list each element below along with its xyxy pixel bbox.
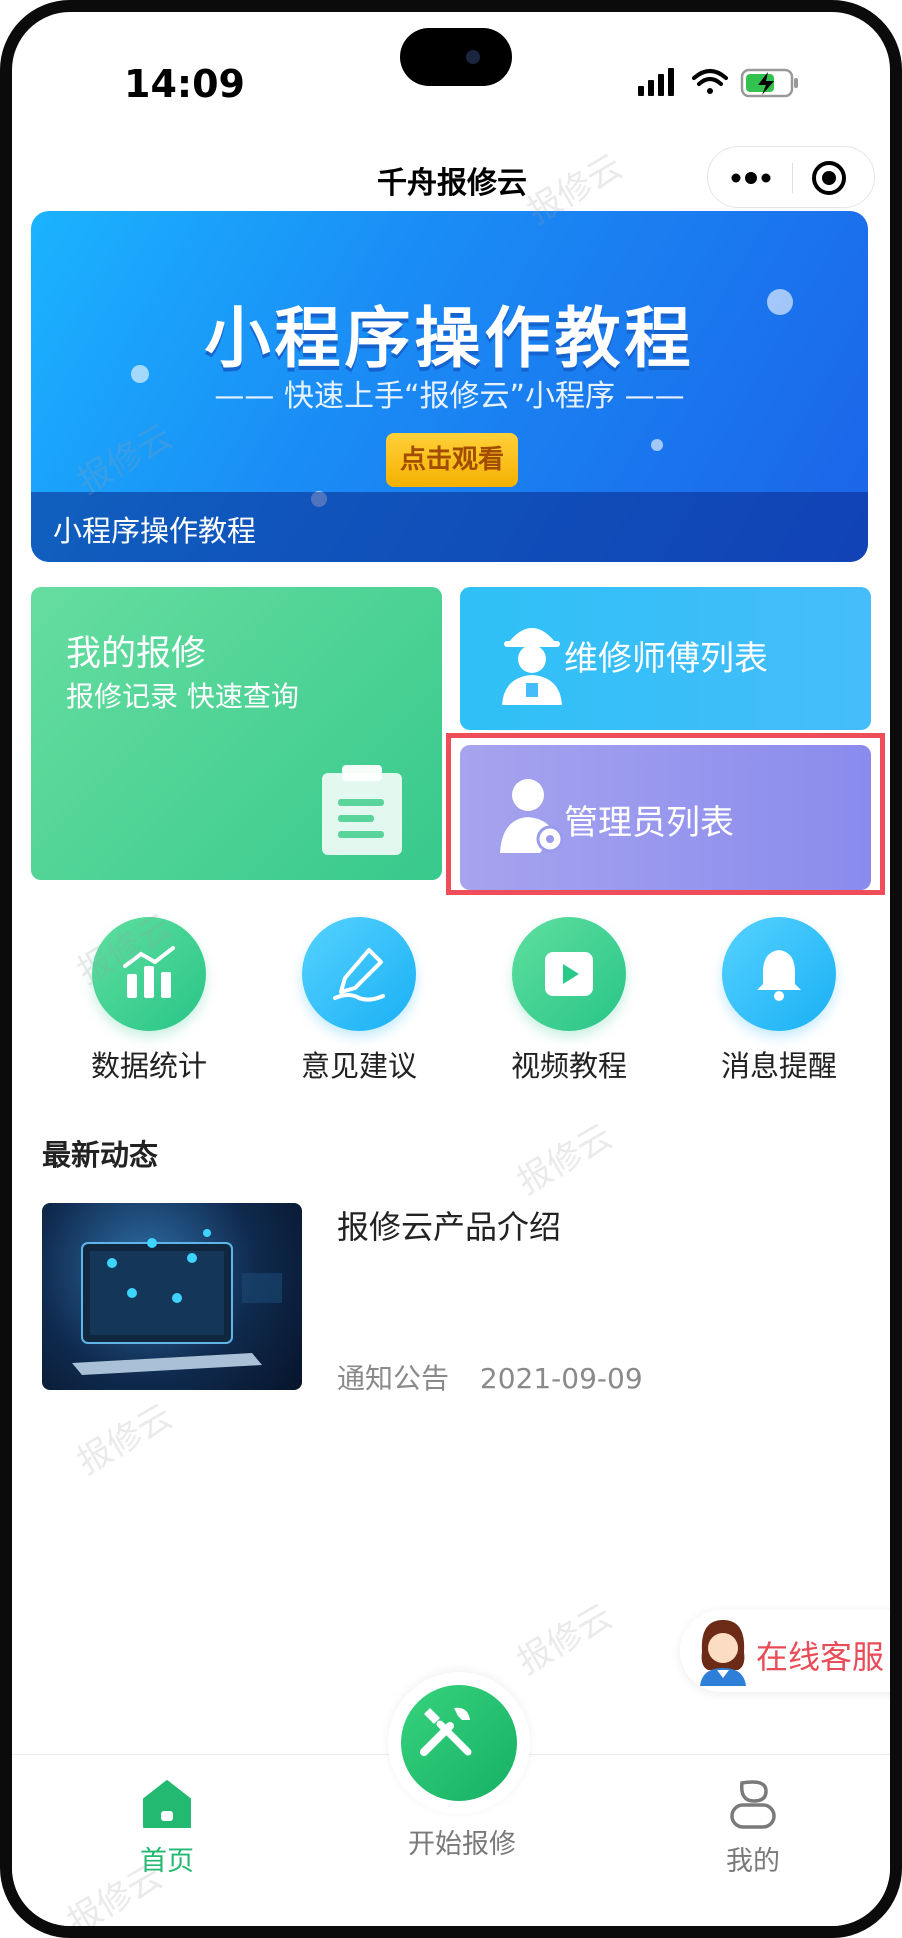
- quick-action-stats[interactable]: 数据统计: [74, 917, 224, 1083]
- news-item-meta: 通知公告 2021-09-09: [337, 1357, 665, 1397]
- stats-circle: [92, 917, 206, 1031]
- pen-icon: [333, 948, 385, 1002]
- latest-news-heading: 最新动态: [42, 1138, 159, 1172]
- my-repair-subtitle: 报修记录 快速查询: [66, 680, 299, 713]
- tab-profile-label: 我的: [726, 1846, 780, 1877]
- news-item-date: 2021-09-09: [479, 1362, 643, 1395]
- feedback-circle: [302, 917, 416, 1031]
- computer-illustration: [72, 1229, 282, 1375]
- phone-frame: 14:09 千舟报修云 小程序操作教程 —— 快速上手“报修云”小程序 —— 点…: [0, 0, 902, 1938]
- videos-circle: [512, 917, 626, 1031]
- banner-title: 小程序操作教程: [204, 300, 695, 377]
- quick-action-notifications[interactable]: 消息提醒: [704, 917, 854, 1083]
- banner-subtitle: —— 快速上手“报修云”小程序 ——: [214, 379, 685, 414]
- admin-list-card[interactable]: 管理员列表: [460, 745, 871, 890]
- watermark: 报修云: [510, 1116, 619, 1203]
- bar-chart-icon: [123, 946, 175, 998]
- tab-home-label: 首页: [140, 1846, 194, 1877]
- status-icons: [638, 68, 798, 98]
- battery-charging-icon: [740, 68, 798, 98]
- technician-list-card[interactable]: 维修师傅列表: [460, 587, 871, 730]
- quick-action-label: 消息提醒: [720, 1049, 837, 1083]
- tools-icon: [420, 1707, 472, 1756]
- news-item-category: 通知公告: [337, 1362, 450, 1395]
- status-time: 14:09: [124, 62, 245, 106]
- tutorial-banner[interactable]: 小程序操作教程 —— 快速上手“报修云”小程序 —— 点击观看 小程序操作教程: [31, 211, 868, 562]
- more-dots-icon[interactable]: [728, 165, 774, 191]
- news-thumbnail[interactable]: [42, 1203, 302, 1390]
- target-circle-icon[interactable]: [810, 159, 848, 197]
- bell-icon: [757, 950, 801, 1001]
- technician-list-label: 维修师傅列表: [564, 639, 768, 679]
- start-repair-button[interactable]: [388, 1672, 530, 1814]
- quick-action-feedback[interactable]: 意见建议: [284, 917, 434, 1083]
- banner-decor-dot: [651, 439, 663, 451]
- capsule-divider: [792, 163, 793, 193]
- tab-profile[interactable]: 我的: [678, 1777, 828, 1897]
- online-service-button[interactable]: 在线客服: [680, 1610, 890, 1692]
- wifi-icon: [692, 69, 728, 94]
- banner-caption-bar: 小程序操作教程: [31, 492, 868, 562]
- online-service-label: 在线客服: [756, 1638, 885, 1676]
- banner-caption: 小程序操作教程: [53, 514, 257, 548]
- home-icon: [143, 1780, 191, 1828]
- my-repair-card[interactable]: 我的报修 报修记录 快速查询: [31, 587, 442, 880]
- watermark: 报修云: [70, 1396, 179, 1483]
- quick-action-label: 意见建议: [300, 1049, 417, 1083]
- watermark: 报修云: [510, 1596, 619, 1683]
- my-repair-title: 我的报修: [66, 634, 207, 674]
- worker-icon: [502, 628, 562, 705]
- camera: [466, 50, 480, 64]
- quick-action-label: 数据统计: [90, 1049, 207, 1083]
- tab-home[interactable]: 首页: [92, 1777, 242, 1897]
- news-item-title[interactable]: 报修云产品介绍: [337, 1202, 561, 1248]
- notifications-circle: [722, 917, 836, 1031]
- start-repair-label: 开始报修: [408, 1829, 516, 1860]
- quick-action-videos[interactable]: 视频教程: [494, 917, 644, 1083]
- clipboard-icon: [322, 765, 402, 855]
- admin-list-label: 管理员列表: [564, 803, 734, 843]
- quick-action-label: 视频教程: [510, 1049, 627, 1083]
- cellular-signal-icon: [638, 68, 674, 96]
- dynamic-island: [400, 28, 512, 86]
- menu-capsule: [707, 146, 875, 208]
- profile-icon: [730, 1780, 776, 1829]
- navigation-bar: 千舟报修云: [12, 140, 890, 220]
- play-icon: [545, 952, 593, 996]
- watch-button[interactable]: 点击观看: [386, 433, 518, 487]
- admin-gear-icon: [500, 779, 564, 853]
- service-avatar-icon: [700, 1620, 746, 1686]
